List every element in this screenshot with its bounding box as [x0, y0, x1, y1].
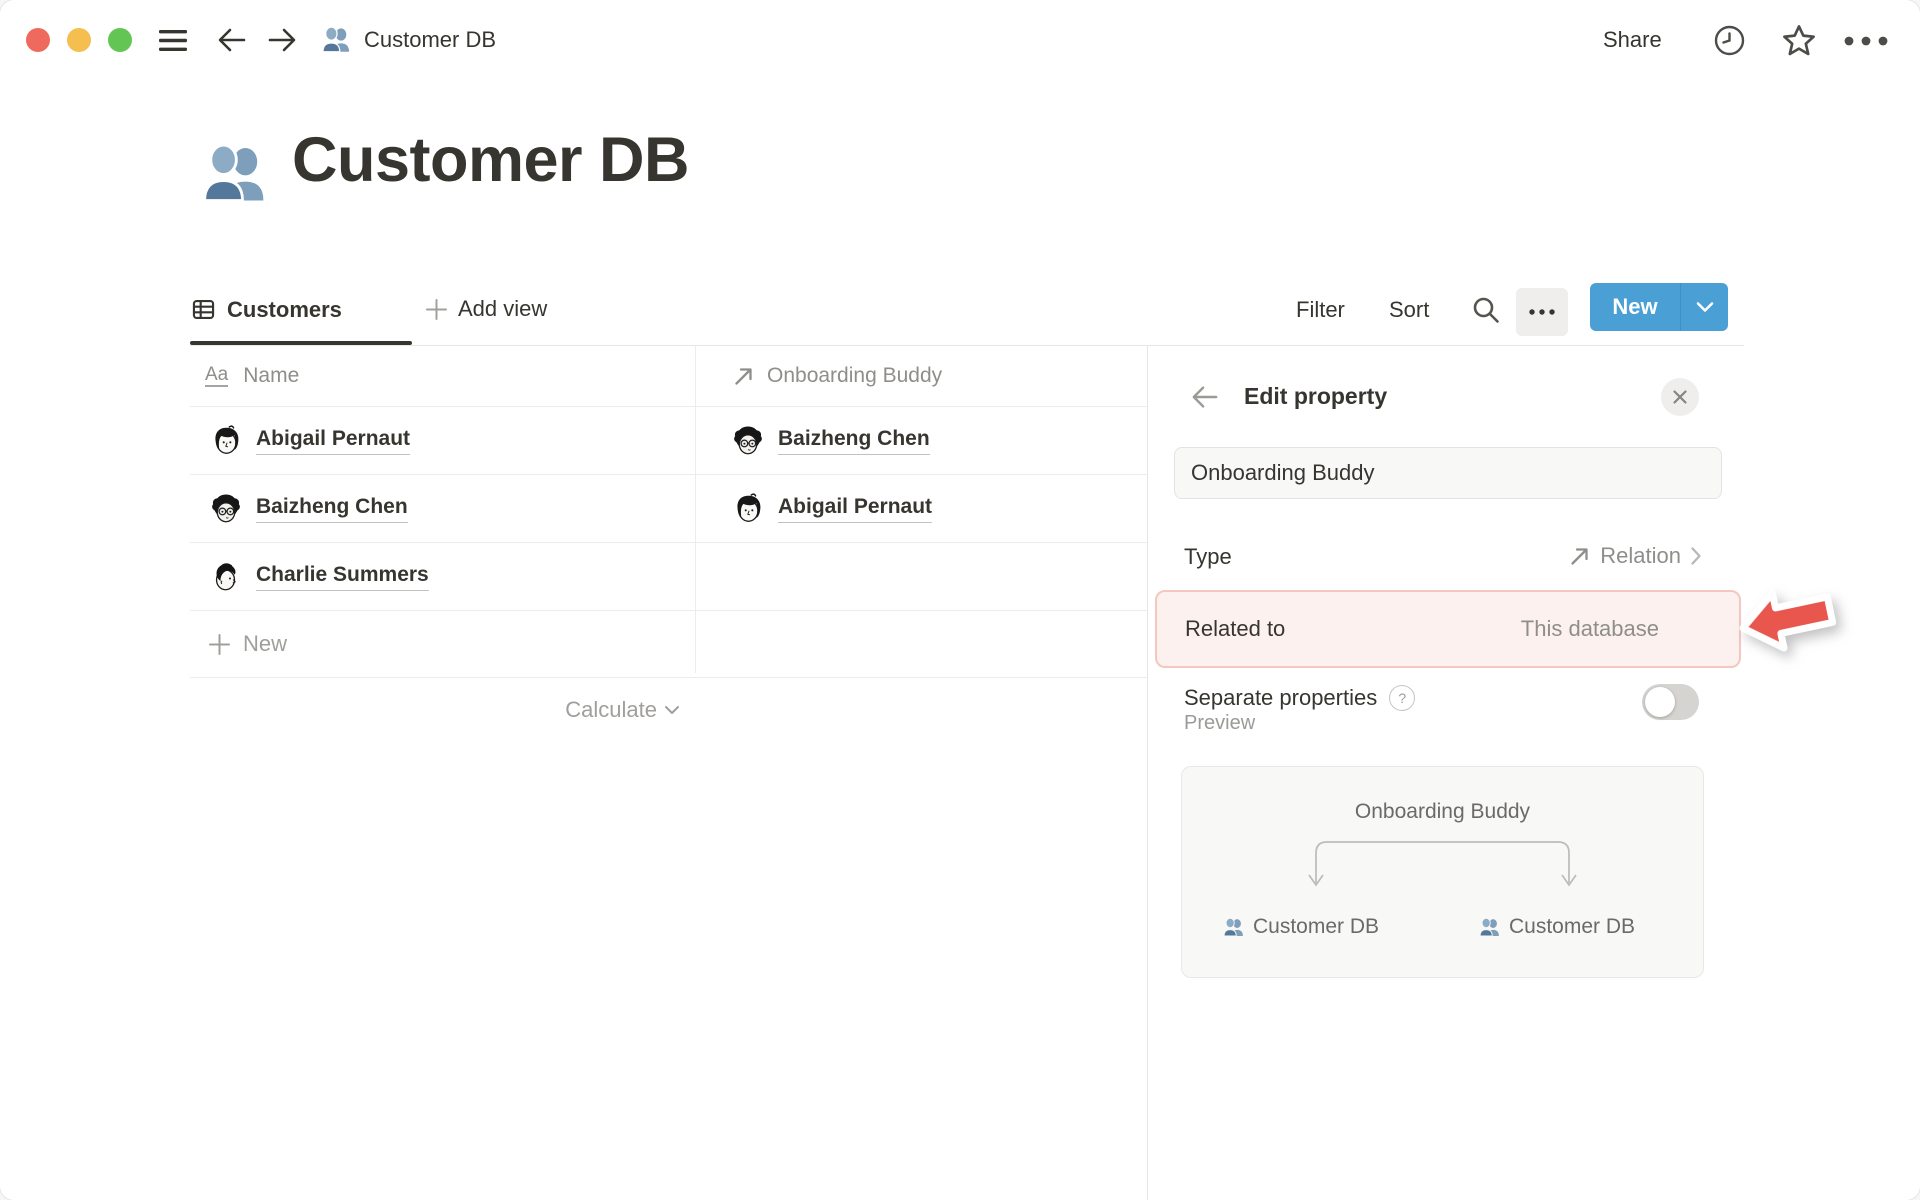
preview-box: Onboarding Buddy Customer DB Customer DB [1181, 766, 1704, 978]
separate-properties-label: Separate properties [1184, 685, 1378, 710]
preview-right-database-label: Customer DB [1509, 915, 1636, 938]
preview-right-database: Customer DB [1478, 915, 1635, 939]
calculate-button[interactable]: Calculate [430, 697, 680, 723]
back-arrow-icon[interactable] [216, 25, 248, 55]
avatar-abigail [215, 424, 239, 454]
relation-icon [1571, 547, 1588, 565]
buddy-cell[interactable]: Abigail Pernaut [714, 492, 1147, 526]
name-cell[interactable]: Abigail Pernaut [190, 424, 714, 458]
avatar-baizheng [212, 493, 240, 522]
column-header-buddy[interactable]: Onboarding Buddy [710, 364, 1147, 388]
page-icon-people[interactable] [198, 138, 270, 210]
preview-left-database-label: Customer DB [1253, 915, 1380, 938]
plus-icon [424, 297, 449, 322]
close-icon [1673, 390, 1687, 404]
related-to-label: Related to [1185, 616, 1286, 641]
table-row[interactable]: Abigail Pernaut Baizheng Chen [190, 407, 1147, 475]
related-to-row-highlighted[interactable]: Related to This database [1155, 590, 1741, 668]
new-row-label: New [243, 631, 288, 656]
buddy-cell[interactable]: Baizheng Chen [714, 424, 1147, 458]
column-header-buddy-label: Onboarding Buddy [767, 364, 943, 387]
text-property-icon: Aa [205, 364, 229, 387]
clock-history-icon[interactable] [1712, 23, 1747, 58]
type-row-label: Type [1184, 544, 1232, 569]
panel-close-button[interactable] [1661, 378, 1699, 416]
type-value-label: Relation [1600, 543, 1681, 568]
favorite-star-icon[interactable] [1780, 22, 1818, 60]
filter-button[interactable]: Filter [1296, 297, 1345, 323]
buddy-name-link[interactable]: Abigail Pernaut [778, 495, 933, 523]
plus-icon [207, 632, 232, 657]
customer-name-link[interactable]: Abigail Pernaut [256, 427, 411, 455]
table-new-row[interactable]: New [190, 611, 1147, 678]
hamburger-menu-icon[interactable] [158, 28, 188, 53]
people-icon [320, 24, 352, 56]
tab-customers-label: Customers [227, 296, 342, 322]
table-header-row: Aa Name Onboarding Buddy [190, 346, 1147, 407]
sort-button[interactable]: Sort [1389, 297, 1429, 323]
app-window: Customer DB Share Customer DB Customers … [0, 0, 1920, 1200]
window-minimize-button[interactable] [67, 28, 91, 52]
window-zoom-button[interactable] [108, 28, 132, 52]
separate-properties-row: Separate properties ? [1184, 685, 1416, 711]
avatar-charlie [215, 562, 236, 590]
add-view-button[interactable]: Add view [424, 296, 547, 322]
tab-customers[interactable]: Customers [190, 296, 342, 323]
chevron-down-icon [1696, 302, 1713, 312]
annotation-red-arrow-icon [1727, 572, 1844, 666]
chevron-down-icon [665, 706, 679, 714]
add-view-label: Add view [458, 296, 548, 321]
column-header-name[interactable]: Aa Name [190, 364, 710, 388]
people-icon [1223, 917, 1243, 936]
new-button[interactable]: New [1590, 294, 1680, 320]
page-title[interactable]: Customer DB [292, 124, 690, 196]
more-options-icon[interactable] [1843, 36, 1891, 46]
table-row[interactable]: Baizheng Chen Abigail Pernaut [190, 475, 1147, 543]
preview-left-database: Customer DB [1222, 915, 1379, 939]
chevron-right-icon [1691, 547, 1701, 565]
customer-name-link[interactable]: Baizheng Chen [256, 495, 408, 523]
customers-table: Aa Name Onboarding Buddy Abigail Pernaut… [190, 346, 1147, 678]
name-cell[interactable]: Baizheng Chen [190, 492, 714, 526]
calculate-label: Calculate [565, 697, 657, 722]
table-view-icon [190, 296, 217, 323]
panel-left-border[interactable] [1147, 346, 1148, 1200]
relation-bracket-arrows [1308, 841, 1577, 887]
customer-name-link[interactable]: Charlie Summers [256, 563, 429, 591]
buddy-name-link[interactable]: Baizheng Chen [778, 427, 930, 455]
breadcrumb-page-title[interactable]: Customer DB [364, 27, 496, 53]
name-cell[interactable]: Charlie Summers [190, 560, 714, 594]
new-button-dropdown[interactable] [1681, 301, 1728, 313]
toggle-knob [1645, 687, 1675, 717]
column-divider[interactable] [695, 346, 696, 673]
avatar-baizheng [734, 425, 762, 454]
type-row-value[interactable]: Relation [1490, 543, 1702, 569]
people-icon [1479, 917, 1499, 936]
preview-label: Preview [1184, 712, 1256, 734]
preview-relation-name: Onboarding Buddy [1354, 800, 1531, 823]
column-header-name-label: Name [243, 364, 300, 387]
new-button-group: New [1590, 283, 1728, 331]
search-icon[interactable] [1470, 294, 1502, 326]
separate-properties-toggle[interactable] [1642, 684, 1699, 720]
panel-back-icon[interactable] [1190, 383, 1220, 411]
view-more-button[interactable] [1516, 288, 1568, 336]
table-row[interactable]: Charlie Summers [190, 543, 1147, 611]
property-name-input[interactable] [1174, 447, 1722, 499]
relation-icon [732, 365, 755, 388]
related-to-value: This database [1520, 616, 1659, 641]
share-button[interactable]: Share [1603, 27, 1662, 53]
panel-title: Edit property [1244, 383, 1388, 409]
window-close-button[interactable] [26, 28, 50, 52]
avatar-abigail [737, 492, 761, 522]
forward-arrow-icon[interactable] [266, 25, 298, 55]
help-icon[interactable]: ? [1389, 685, 1416, 711]
